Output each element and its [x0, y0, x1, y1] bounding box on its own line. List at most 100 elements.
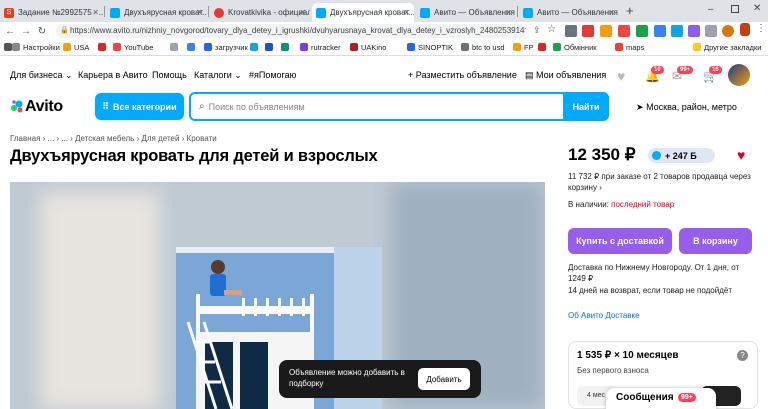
search-input[interactable]: ⌕ Поиск по объявлениям Найти: [189, 92, 609, 121]
page-title: Двухъярусная кровать для детей и взрослы…: [10, 147, 378, 165]
bookmark-item[interactable]: UAKino: [350, 43, 386, 52]
close-tab-icon[interactable]: ✕: [196, 8, 203, 17]
tab-separator: [104, 6, 105, 17]
avito-favicon-icon: [316, 7, 326, 18]
tab-separator: [517, 6, 518, 17]
browser-tab[interactable]: Двухъярусная кроват... ✕: [106, 3, 207, 22]
catalogs-link[interactable]: Каталоги ⌄: [194, 70, 242, 81]
help-link[interactable]: Помощь: [152, 70, 187, 80]
tab-title: Авито — Объявления ...: [537, 8, 619, 17]
browser-tabbar: S Задание №2992575 - ... ✕ Двухъярусная …: [0, 0, 768, 22]
maximize-icon[interactable]: [731, 5, 739, 13]
extension-icon[interactable]: [582, 25, 594, 37]
post-ad-button[interactable]: + Разместить объявление: [408, 70, 517, 80]
my-ads-link[interactable]: ▤ Мои объявления: [525, 70, 606, 81]
tab-title: Krovatkivika - официал...: [228, 8, 310, 17]
back-icon[interactable]: ←: [2, 26, 18, 37]
bookmark-item[interactable]: SINOPTIK: [407, 43, 453, 52]
extension-icon[interactable]: [671, 25, 683, 37]
bookmark-item[interactable]: USA: [63, 43, 89, 52]
extension-icon[interactable]: [654, 25, 666, 37]
bonus-badge[interactable]: + 247 Б: [648, 148, 715, 163]
bookmark-item[interactable]: Обмінник: [553, 43, 597, 52]
update-icon[interactable]: [740, 23, 750, 36]
bookmark-item[interactable]: YouTube: [113, 43, 153, 52]
bookmark-item[interactable]: rutracker: [300, 43, 341, 52]
location-text: Москва, район, метро: [646, 102, 737, 112]
bookmark-item[interactable]: [98, 43, 109, 52]
favorites-heart-icon[interactable]: ♥: [617, 68, 625, 84]
close-tab-icon[interactable]: ✕: [608, 8, 615, 17]
close-tab-icon[interactable]: ✕: [403, 8, 410, 17]
user-avatar[interactable]: [728, 64, 750, 86]
close-tab-icon[interactable]: ✕: [92, 8, 99, 17]
avito-logo[interactable]: Avito: [25, 98, 63, 116]
messages-label: Сообщения: [616, 392, 674, 403]
breadcrumb[interactable]: Главная › ... › ... › Детская мебель › Д…: [10, 134, 217, 143]
favorite-heart-icon[interactable]: ♥: [737, 147, 745, 163]
tab-title: Двухъярусная кроват...: [124, 8, 207, 17]
about-delivery-link[interactable]: Об Авито Доставке: [568, 310, 758, 321]
hashtag-link[interactable]: #яПомогаю: [249, 70, 296, 80]
reload-icon[interactable]: ↻: [34, 26, 50, 37]
installment-amount: 1 535 ₽ × 10 месяцев: [577, 350, 679, 361]
buy-with-delivery-button[interactable]: Купить с доставкой: [568, 228, 672, 254]
browser-tab[interactable]: Авито — Объявления ... ✕: [416, 3, 516, 22]
extension-icon[interactable]: [636, 25, 648, 37]
career-link[interactable]: Карьера в Авито: [78, 70, 148, 80]
bookmark-item[interactable]: maps: [615, 43, 644, 52]
business-link[interactable]: Для бизнеса ⌄: [10, 70, 73, 81]
browser-tab-active[interactable]: Двухъярусная кроват... ✕: [312, 3, 414, 22]
tab-title: Задание №2992575 - ...: [18, 8, 103, 17]
search-button[interactable]: Найти: [563, 92, 609, 121]
bookmark-item[interactable]: FP: [513, 43, 534, 52]
extension-icon[interactable]: [600, 25, 612, 37]
menu-icon[interactable]: ⋮: [756, 23, 766, 34]
notification-badge: 10: [651, 66, 664, 74]
site-header: Avito ⠿ Все категории ⌕ Поиск по объявле…: [0, 88, 768, 128]
messages-widget[interactable]: Сообщения 99+: [606, 388, 716, 409]
extension-icon[interactable]: [688, 25, 700, 37]
avito-favicon-icon: [523, 7, 533, 18]
browser-tab[interactable]: S Задание №2992575 - ... ✕: [0, 3, 103, 22]
bookmark-item[interactable]: загрузчик: [204, 43, 248, 52]
browser-tab[interactable]: Krovatkivika - официал... ✕: [210, 3, 310, 22]
location-arrow-icon: ➤: [636, 102, 644, 112]
extension-icon[interactable]: [618, 25, 630, 37]
bookmark-item[interactable]: [170, 43, 181, 52]
chevron-right-icon: ›: [599, 183, 602, 192]
add-to-cart-button[interactable]: В корзину: [679, 228, 752, 254]
forward-icon[interactable]: →: [18, 26, 34, 37]
url-text: https://www.avito.ru/nizhniy_novgorod/to…: [70, 26, 526, 35]
all-categories-button[interactable]: ⠿ Все категории: [95, 93, 184, 120]
bookmark-item[interactable]: [281, 43, 292, 52]
browser-tab[interactable]: Авито — Объявления ... ✕: [519, 3, 619, 22]
bookmark-folder[interactable]: Другие закладки: [693, 43, 761, 52]
bookmark-item[interactable]: [250, 43, 261, 52]
help-icon[interactable]: ?: [737, 350, 748, 361]
youtube-favicon-icon: [214, 7, 224, 18]
bookmark-item[interactable]: [538, 43, 549, 52]
bookmark-item[interactable]: Настройки: [12, 43, 60, 52]
extension-icon[interactable]: [565, 25, 577, 37]
all-categories-label: Все категории: [112, 101, 177, 112]
bookmark-star-icon[interactable]: ☆: [547, 24, 556, 35]
bonus-icon: [652, 151, 661, 160]
messages-count-badge: 99+: [678, 393, 696, 402]
url-field[interactable]: 🔒 https://www.avito.ru/nizhniy_novgorod/…: [56, 24, 526, 38]
minimize-icon[interactable]: –: [708, 4, 714, 15]
close-tab-icon[interactable]: ✕: [299, 8, 306, 17]
close-tab-icon[interactable]: ✕: [505, 8, 512, 17]
location-selector[interactable]: ➤ Москва, район, метро: [636, 102, 737, 113]
share-icon[interactable]: ⇪: [533, 25, 541, 36]
bookmark-item[interactable]: btc to usd: [461, 43, 505, 52]
profile-avatar[interactable]: [722, 25, 734, 37]
window-close-icon[interactable]: ✕: [753, 3, 761, 14]
add-to-collection-button[interactable]: Добавить: [418, 368, 470, 390]
bookmark-item[interactable]: [265, 43, 276, 52]
new-tab-icon[interactable]: +: [626, 3, 634, 19]
avito-logo-icon: [11, 100, 23, 113]
puzzle-icon[interactable]: [705, 25, 717, 37]
bookmark-item[interactable]: [187, 43, 198, 52]
multi-buy-promo[interactable]: 11 732 ₽ при заказе от 2 товаров продавц…: [568, 171, 758, 193]
